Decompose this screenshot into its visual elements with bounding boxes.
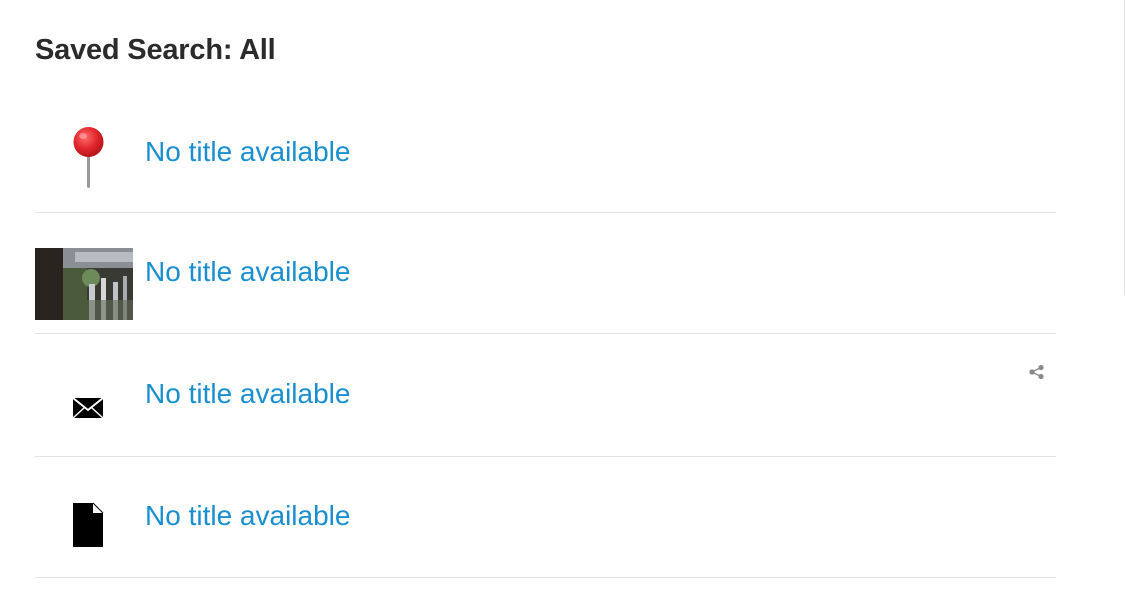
results-list: No title available No title available No… (35, 92, 1056, 578)
saved-search-page: Saved Search: All No title available No … (0, 0, 1125, 600)
list-item: No title available (35, 213, 1056, 334)
photo-thumbnail[interactable] (35, 248, 133, 320)
result-title-link[interactable]: No title available (145, 138, 350, 166)
page-title: Saved Search: All (35, 34, 276, 66)
list-item: No title available (35, 334, 1056, 457)
list-item: No title available (35, 92, 1056, 213)
result-title-link[interactable]: No title available (145, 258, 350, 286)
envelope-icon (72, 397, 104, 419)
result-title-link[interactable]: No title available (145, 502, 350, 530)
document-icon (73, 502, 104, 547)
share-icon[interactable] (1028, 364, 1046, 380)
result-title-link[interactable]: No title available (145, 380, 350, 408)
map-pin-icon (73, 127, 104, 188)
list-item: No title available (35, 457, 1056, 578)
